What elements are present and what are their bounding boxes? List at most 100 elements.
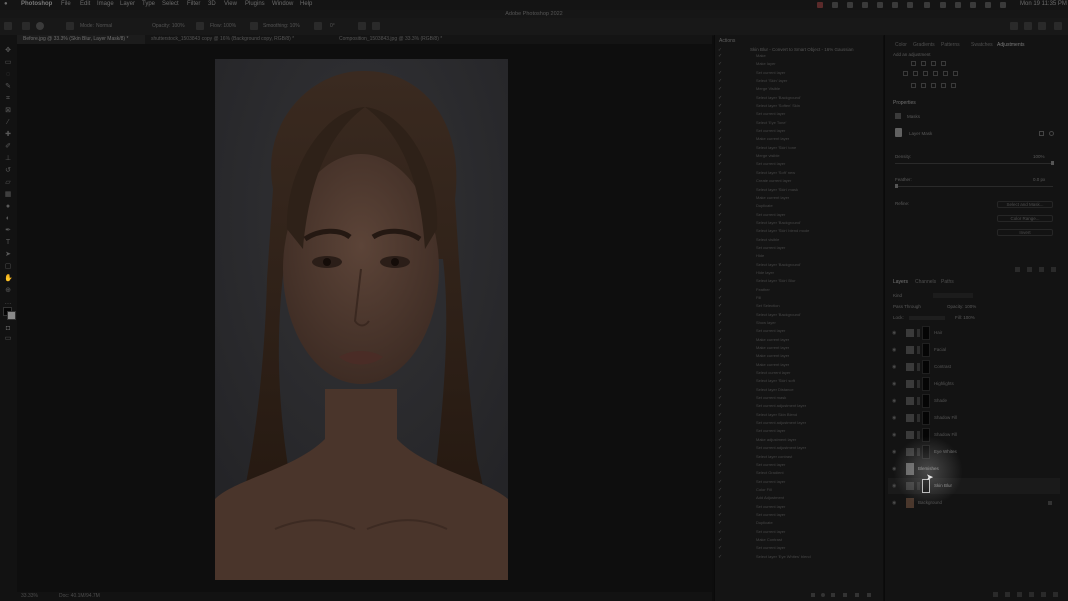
action-item[interactable]: ✓ Duplicate	[715, 519, 883, 527]
action-check[interactable]: ✓	[718, 78, 722, 84]
action-item[interactable]: ✓ Set current layer	[715, 127, 883, 135]
action-check[interactable]: ✓	[718, 395, 722, 401]
camera-icon[interactable]	[832, 2, 838, 8]
layer-mask-thumb[interactable]	[922, 360, 930, 374]
action-item[interactable]: ✓ Set current layer	[715, 244, 883, 252]
eye-icon[interactable]: ◉	[892, 432, 896, 438]
lasso-tool-icon[interactable]: ◌	[4, 71, 12, 78]
layer-fill-field[interactable]: Fill: 100%	[955, 315, 975, 320]
action-item[interactable]: ✓ Set current layer	[715, 511, 883, 519]
symmetry-icon[interactable]	[372, 22, 380, 30]
action-check[interactable]: ✓	[718, 437, 722, 443]
action-item[interactable]: ✓ Merge Visible	[715, 85, 883, 93]
invert-button[interactable]: Invert	[997, 229, 1053, 236]
action-check[interactable]: ✓	[718, 303, 722, 309]
layer-row[interactable]: ◉ Contrast	[888, 359, 1060, 375]
bluetooth-icon[interactable]	[940, 2, 946, 8]
layer-opacity-field[interactable]: Opacity: 100%	[947, 304, 976, 309]
selective-color-icon[interactable]	[951, 83, 956, 88]
select-pixel-mask-icon[interactable]	[1039, 131, 1044, 136]
action-check[interactable]: ✓	[718, 403, 722, 409]
rectangle-tool-icon[interactable]: ▢	[4, 263, 12, 270]
tab-before[interactable]: Before.jpg @ 33.3% (Skin Blur, Layer Mas…	[17, 35, 145, 44]
action-item[interactable]: ✓ Select layer Skin Blend	[715, 411, 883, 419]
document-photo[interactable]	[215, 59, 508, 580]
layer-row[interactable]: ◉ Shadow Fill	[888, 410, 1060, 426]
eye-icon[interactable]: ◉	[892, 330, 896, 336]
link-layers-icon[interactable]	[993, 592, 998, 597]
clone-stamp-tool-icon[interactable]: ⊥	[4, 155, 12, 162]
smoothing-field[interactable]: Smoothing: 10%	[263, 23, 300, 29]
action-item[interactable]: ✓ Select visible	[715, 236, 883, 244]
action-check[interactable]: ✓	[718, 220, 722, 226]
action-item[interactable]: ✓ Select layer 'Skin' blend mode	[715, 227, 883, 235]
action-item[interactable]: ✓ Set current layer	[715, 211, 883, 219]
vector-mask-icon[interactable]	[1049, 131, 1054, 136]
action-check[interactable]: ✓	[718, 428, 722, 434]
brush-settings-icon[interactable]	[66, 22, 74, 30]
action-check[interactable]: ✓	[718, 337, 722, 343]
wifi-icon[interactable]	[970, 2, 976, 8]
lock-icons[interactable]	[909, 316, 945, 320]
monitor-icon[interactable]	[907, 2, 913, 8]
stop-icon[interactable]	[811, 593, 815, 597]
tab-gradients[interactable]: Gradients	[913, 42, 935, 48]
action-check[interactable]: ✓	[718, 53, 722, 59]
action-item[interactable]: ✓ Select layer 'Background'	[715, 261, 883, 269]
action-item[interactable]: ✓ Make current layer	[715, 352, 883, 360]
action-item[interactable]: ✓ Select 'Eye Tone'	[715, 119, 883, 127]
control-center-icon[interactable]	[1000, 2, 1006, 8]
curves-icon[interactable]	[931, 61, 936, 66]
eye-icon[interactable]: ◉	[892, 398, 896, 404]
action-item[interactable]: ✓ Make layer	[715, 60, 883, 68]
background-color-swatch[interactable]	[7, 311, 16, 320]
menu-image[interactable]: Image	[97, 1, 114, 7]
action-item[interactable]: ✓ Select layer 'Soft' new	[715, 169, 883, 177]
feather-slider-handle[interactable]	[895, 184, 898, 188]
posterize-icon[interactable]	[921, 83, 926, 88]
more-tools-icon[interactable]: …	[4, 299, 12, 306]
angle-field[interactable]: 0°	[330, 23, 335, 29]
action-check[interactable]: ✓	[718, 529, 722, 535]
action-check[interactable]: ✓	[718, 537, 722, 543]
action-item[interactable]: ✓ Select layer contrast	[715, 453, 883, 461]
new-group-icon[interactable]	[1041, 592, 1046, 597]
menu-app-name[interactable]: Photoshop	[21, 1, 52, 7]
action-check[interactable]: ✓	[718, 253, 722, 259]
layer-filter-icons[interactable]	[933, 293, 973, 298]
layer-row[interactable]: ◉ Facial	[888, 342, 1060, 358]
action-check[interactable]: ✓	[718, 545, 722, 551]
action-check[interactable]: ✓	[718, 128, 722, 134]
action-check[interactable]: ✓	[718, 504, 722, 510]
tab-adjustments[interactable]: Adjustments	[997, 42, 1025, 48]
action-item[interactable]: ✓ Merge visible	[715, 152, 883, 160]
battery-icon[interactable]	[955, 2, 961, 8]
select-and-mask-button[interactable]: Select and Mask...	[997, 201, 1053, 208]
action-check[interactable]: ✓	[718, 153, 722, 159]
action-check[interactable]: ✓	[718, 487, 722, 493]
action-item[interactable]: ✓ Make Contrast	[715, 536, 883, 544]
chain-icon[interactable]	[917, 346, 920, 354]
action-item[interactable]: ✓ Make current layer	[715, 336, 883, 344]
quick-select-tool-icon[interactable]: ✎	[4, 83, 12, 90]
action-check[interactable]: ✓	[718, 278, 722, 284]
action-item[interactable]: ✓ Select layer 'Skin' soft	[715, 377, 883, 385]
action-item[interactable]: ✓ Hide layer	[715, 269, 883, 277]
tab-paths[interactable]: Paths	[941, 279, 954, 285]
action-item[interactable]: ✓ Hide	[715, 252, 883, 260]
menu-3d[interactable]: 3D	[208, 1, 216, 7]
opacity-field[interactable]: Opacity: 100%	[152, 23, 185, 29]
action-item[interactable]: ✓ Select layer 'Background'	[715, 94, 883, 102]
threshold-icon[interactable]	[931, 83, 936, 88]
action-check[interactable]: ✓	[718, 161, 722, 167]
mode-select[interactable]: Normal	[96, 23, 112, 29]
menu-view[interactable]: View	[224, 1, 237, 7]
tab-color[interactable]: Color	[895, 42, 907, 48]
color-balance-icon[interactable]	[923, 71, 928, 76]
layer-mask-thumb[interactable]	[922, 394, 930, 408]
action-check[interactable]: ✓	[718, 445, 722, 451]
menu-help[interactable]: Help	[300, 1, 312, 7]
menu-icon[interactable]	[924, 2, 930, 8]
menu-window[interactable]: Window	[272, 1, 293, 7]
tab-channels[interactable]: Channels	[915, 279, 936, 285]
